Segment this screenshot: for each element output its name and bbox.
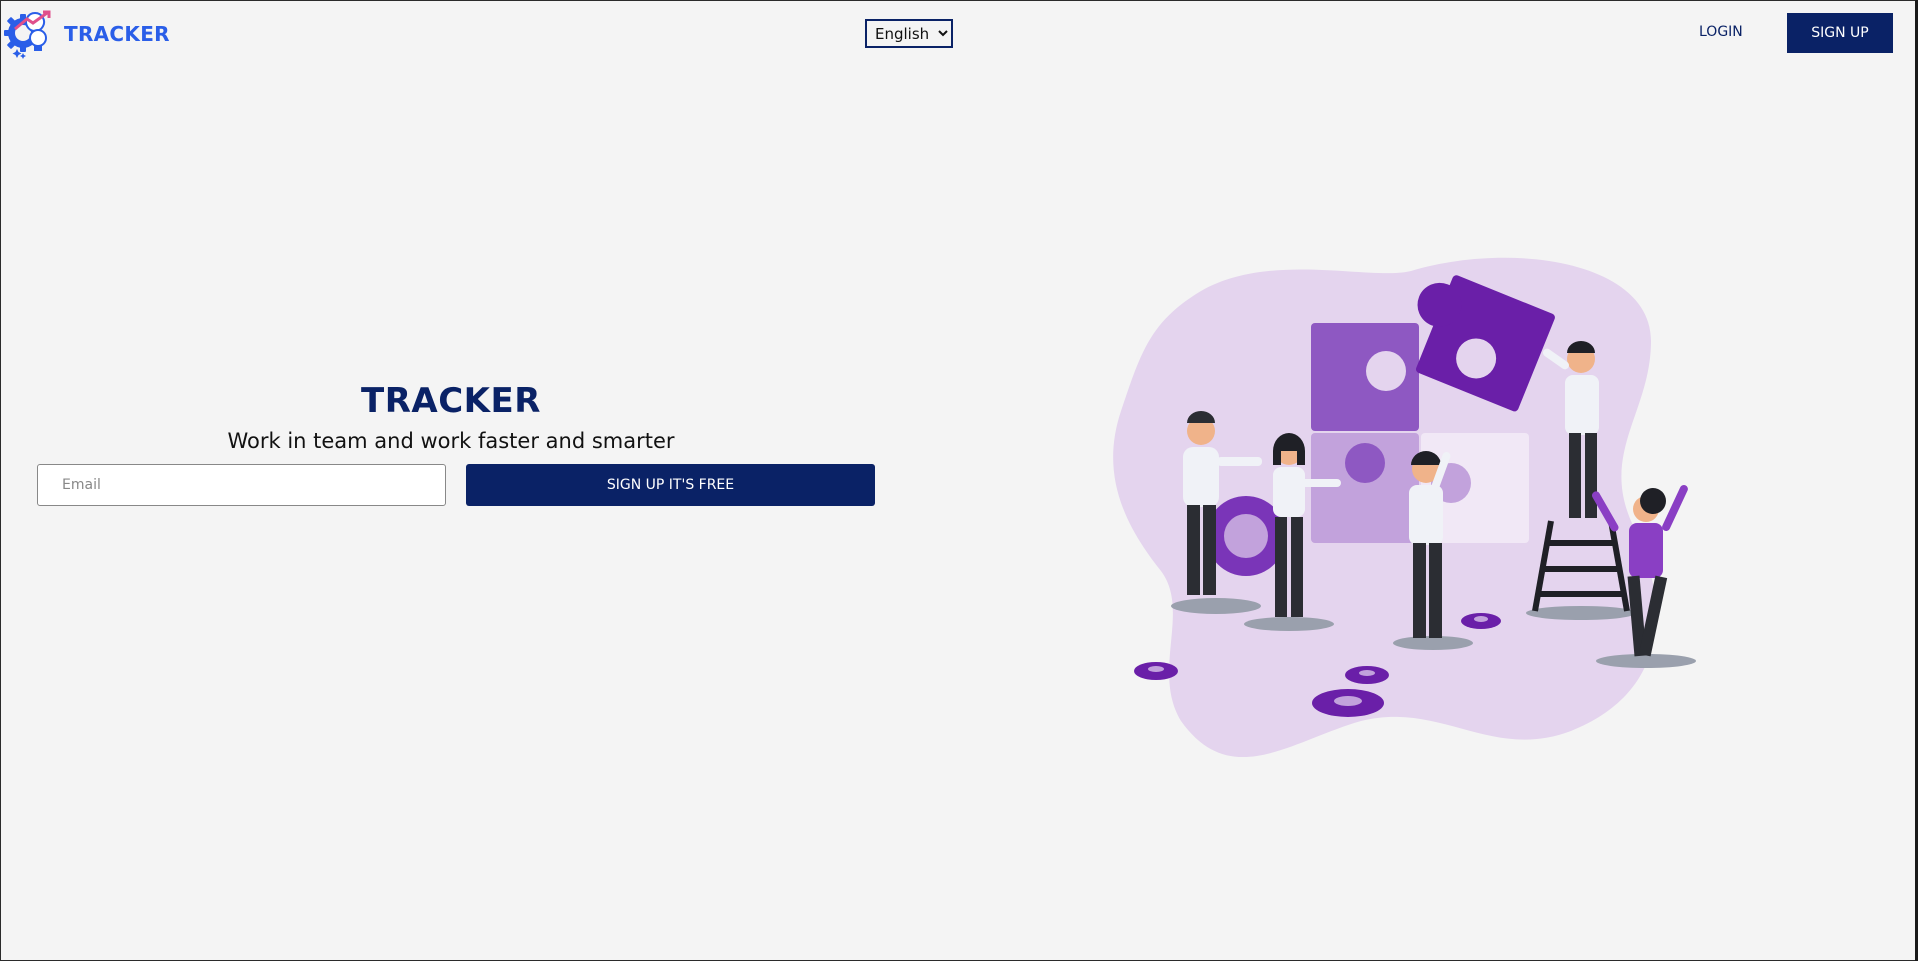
signup-free-button[interactable]: SIGN UP IT'S FREE bbox=[466, 464, 875, 506]
language-select[interactable]: English bbox=[865, 19, 953, 48]
page-frame: TRACKER English LOGIN SIGN UP TRACKER Wo… bbox=[0, 0, 1918, 961]
login-link[interactable]: LOGIN bbox=[1699, 24, 1743, 40]
brand-logo-link[interactable]: TRACKER bbox=[3, 9, 170, 59]
brand-name: TRACKER bbox=[64, 22, 170, 46]
team-puzzle-illustration bbox=[1113, 257, 1696, 758]
signup-button[interactable]: SIGN UP bbox=[1787, 13, 1893, 53]
hero-title: TRACKER bbox=[361, 381, 541, 421]
gear-lightbulb-icon bbox=[4, 10, 51, 59]
email-input[interactable] bbox=[37, 464, 446, 506]
hero-subtitle: Work in team and work faster and smarter bbox=[227, 429, 675, 453]
